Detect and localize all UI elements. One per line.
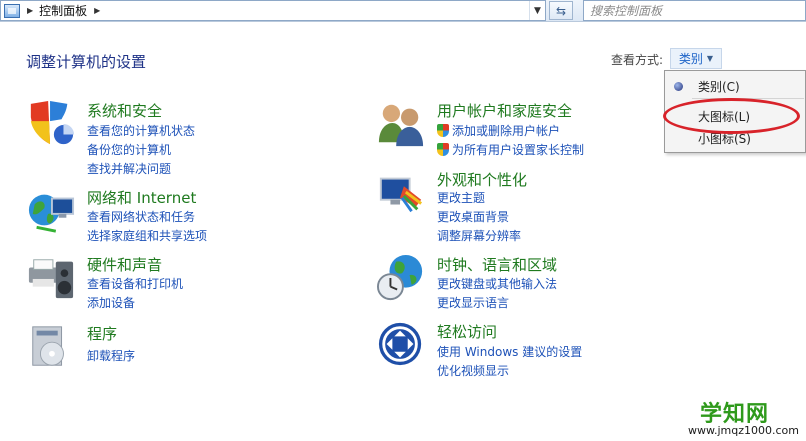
page-title: 调整计算机的设置 xyxy=(26,53,147,71)
control-panel-icon xyxy=(4,3,20,18)
link-backup-computer[interactable]: 备份您的计算机 xyxy=(87,141,171,158)
link-uninstall-program[interactable]: 卸载程序 xyxy=(87,347,135,364)
category-title[interactable]: 硬件和声音 xyxy=(87,254,162,275)
address-bar[interactable]: ▶ 控制面板 ▶ ▼ xyxy=(0,0,546,21)
search-input[interactable]: 搜索控制面板 xyxy=(583,0,806,21)
annotation-highlight-ring xyxy=(663,98,800,134)
watermark-url: www.jmqz1000.com xyxy=(688,424,799,437)
programs-disc-icon[interactable] xyxy=(26,323,76,371)
link-optimize-video[interactable]: 优化视频显示 xyxy=(437,362,509,379)
uac-shield-icon xyxy=(437,143,449,156)
refresh-button[interactable]: ⇆ xyxy=(549,1,573,20)
category-title[interactable]: 轻松访问 xyxy=(437,321,497,342)
monitor-palette-icon[interactable] xyxy=(376,169,426,217)
link-devices-printers[interactable]: 查看设备和打印机 xyxy=(87,275,183,292)
category-title[interactable]: 时钟、语言和区域 xyxy=(437,254,557,275)
link-text: 添加或删除用户帐户 xyxy=(452,124,561,138)
link-recommended-settings[interactable]: 使用 Windows 建议的设置 xyxy=(437,343,582,360)
link-add-remove-users[interactable]: 添加或删除用户帐户 xyxy=(437,122,560,139)
system-security-shield-icon[interactable] xyxy=(26,100,76,148)
uac-shield-icon xyxy=(437,124,449,137)
address-toolbar: ▶ 控制面板 ▶ ▼ ⇆ 搜索控制面板 xyxy=(0,0,806,22)
link-desktop-background[interactable]: 更改桌面背景 xyxy=(437,208,509,225)
link-display-language[interactable]: 更改显示语言 xyxy=(437,294,509,311)
clock-globe-icon[interactable] xyxy=(376,254,426,302)
chevron-down-icon: ▼ xyxy=(706,54,714,63)
link-view-computer-status[interactable]: 查看您的计算机状态 xyxy=(87,122,195,139)
breadcrumb-arrow-icon[interactable]: ▶ xyxy=(27,6,33,15)
search-placeholder: 搜索控制面板 xyxy=(590,4,663,18)
breadcrumb-chevron-icon[interactable]: ▶ xyxy=(94,6,100,15)
link-homegroup-sharing[interactable]: 选择家庭组和共享选项 xyxy=(87,227,207,244)
radio-selected-icon xyxy=(674,81,683,91)
view-by-value: 类别 xyxy=(678,52,703,66)
category-title[interactable]: 系统和安全 xyxy=(87,100,162,121)
printer-speaker-icon[interactable] xyxy=(26,254,76,302)
address-dropdown-icon[interactable]: ▼ xyxy=(529,1,545,20)
link-change-theme[interactable]: 更改主题 xyxy=(437,189,485,206)
refresh-icon: ⇆ xyxy=(555,3,567,18)
link-parental-controls[interactable]: 为所有用户设置家长控制 xyxy=(437,141,584,158)
link-text: 为所有用户设置家长控制 xyxy=(452,143,585,157)
breadcrumb-control-panel[interactable]: 控制面板 xyxy=(39,2,87,19)
ease-of-access-icon[interactable] xyxy=(376,321,426,369)
link-keyboard-input[interactable]: 更改键盘或其他输入法 xyxy=(437,275,557,292)
link-add-device[interactable]: 添加设备 xyxy=(87,294,135,311)
link-network-status[interactable]: 查看网络状态和任务 xyxy=(87,208,195,225)
category-title[interactable]: 用户帐户和家庭安全 xyxy=(437,100,572,121)
category-title[interactable]: 外观和个性化 xyxy=(437,169,527,190)
link-screen-resolution[interactable]: 调整屏幕分辨率 xyxy=(437,227,521,244)
link-troubleshoot[interactable]: 查找并解决问题 xyxy=(87,160,171,177)
menu-item-category[interactable]: 类别(C) xyxy=(665,75,805,97)
category-title[interactable]: 网络和 Internet xyxy=(87,187,196,208)
network-globe-icon[interactable] xyxy=(26,187,76,235)
users-icon[interactable] xyxy=(376,100,426,148)
category-title[interactable]: 程序 xyxy=(87,323,117,344)
view-by-label: 查看方式: xyxy=(611,53,664,67)
view-by-dropdown[interactable]: 类别 ▼ xyxy=(670,48,722,69)
menu-item-label: 类别(C) xyxy=(698,79,740,94)
